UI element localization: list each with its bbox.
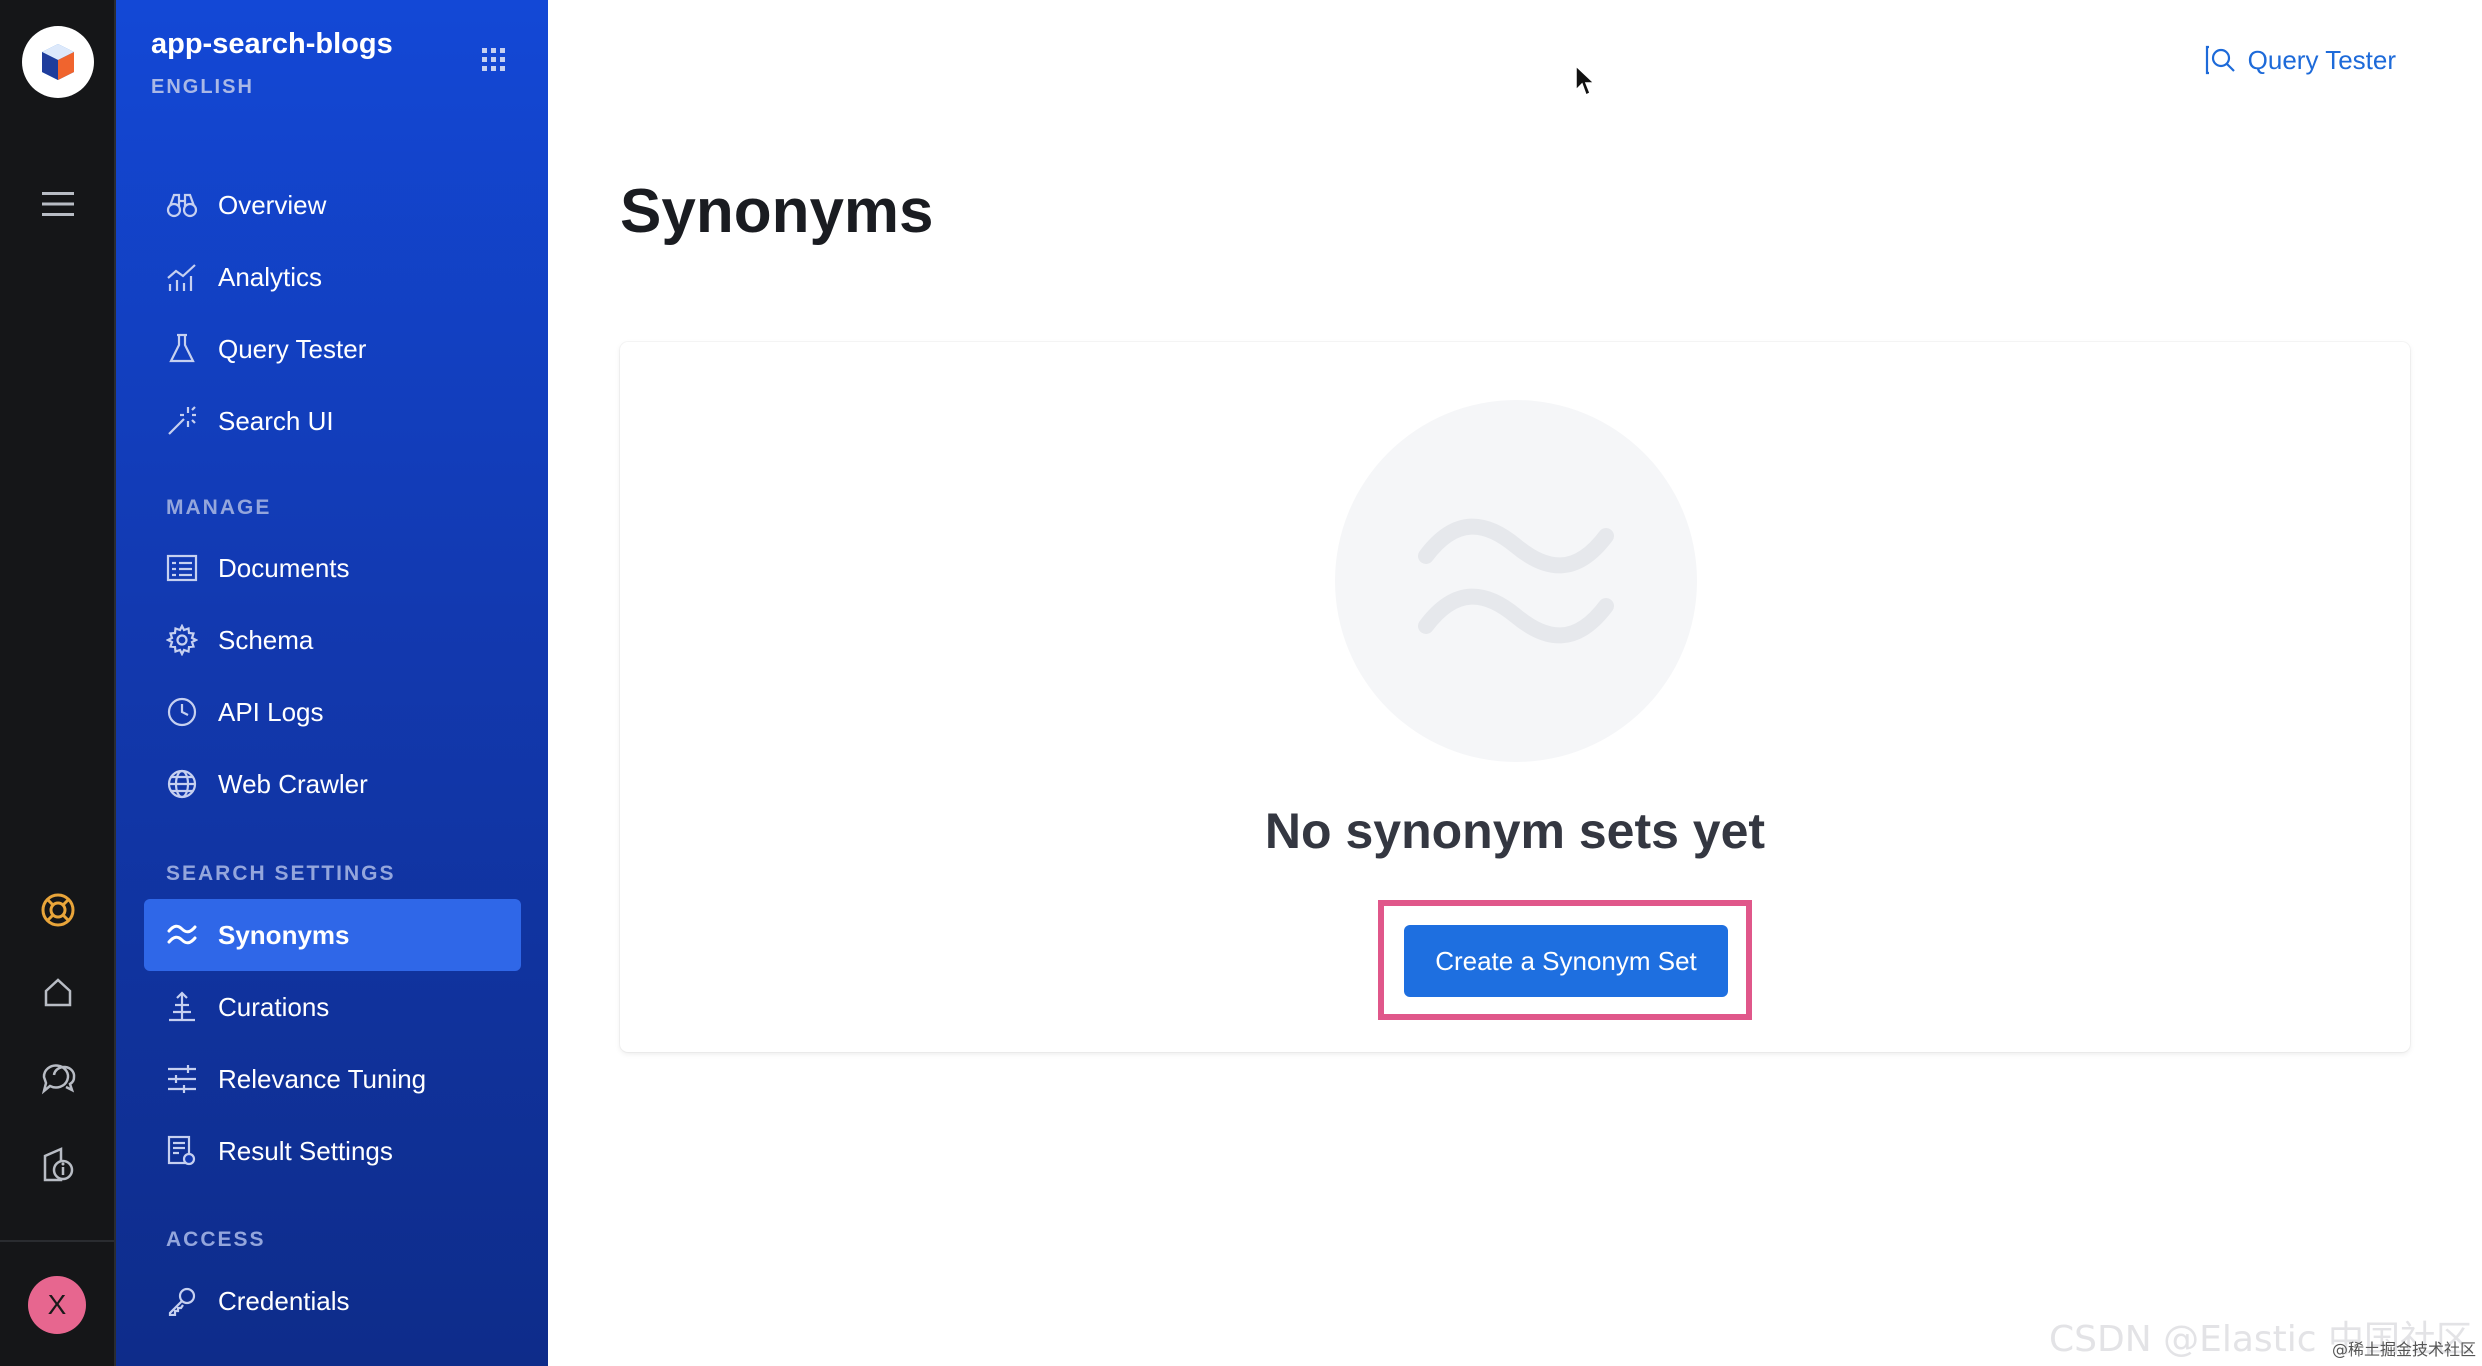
globe-icon — [164, 766, 200, 802]
sidebar-item-label: Credentials — [218, 1285, 350, 1316]
sidebar-item-curations[interactable]: Curations — [144, 971, 521, 1043]
sidebar-item-relevance-tuning[interactable]: Relevance Tuning — [144, 1043, 521, 1115]
sidebar-item-label: Schema — [218, 624, 314, 655]
create-synonym-set-button[interactable]: Create a Synonym Set — [1404, 925, 1728, 997]
sidebar-item-synonyms[interactable]: Synonyms — [144, 899, 521, 971]
sidebar-item-api-logs[interactable]: API Logs — [144, 676, 521, 748]
synonyms-icon — [164, 917, 200, 953]
query-tester-icon — [2204, 44, 2236, 76]
binoculars-icon — [164, 187, 200, 223]
sidebar-item-label: Relevance Tuning — [218, 1063, 427, 1094]
chart-icon — [164, 259, 200, 295]
sidebar-item-credentials[interactable]: Credentials — [144, 1265, 521, 1337]
sidebar-item-label: Analytics — [218, 261, 323, 292]
empty-state-panel: No synonym sets yet Create a Synonym Set — [620, 342, 2410, 1052]
engine-sidebar: app-search-blogs ENGLISH Overview Analyt… — [116, 0, 548, 1366]
sidebar-item-analytics[interactable]: Analytics — [144, 241, 521, 313]
user-avatar[interactable]: X — [28, 1276, 86, 1334]
empty-state-title: No synonym sets yet — [1264, 803, 1766, 859]
query-tester-link-label: Query Tester — [2247, 44, 2396, 75]
sidebar-item-documents[interactable]: Documents — [144, 532, 521, 604]
beaker-icon — [164, 331, 200, 367]
curations-icon — [164, 989, 200, 1025]
chat-icon[interactable] — [30, 1050, 86, 1106]
query-tester-link[interactable]: Query Tester — [2204, 44, 2396, 76]
empty-state-illustration — [1335, 400, 1697, 762]
sidebar-item-label: Web Crawler — [218, 768, 368, 799]
sliders-icon — [164, 1061, 200, 1097]
sidebar-item-label: Synonyms — [218, 919, 350, 950]
section-title-manage: MANAGE — [166, 496, 272, 519]
section-title-search-settings: SEARCH SETTINGS — [166, 862, 396, 885]
apps-grid-icon[interactable] — [482, 48, 506, 72]
management-icon[interactable] — [30, 1136, 86, 1192]
page-title: Synonyms — [620, 177, 934, 246]
sidebar-item-label: Curations — [218, 991, 330, 1022]
sidebar-item-label: Overview — [218, 189, 327, 220]
sidebar-item-label: Query Tester — [218, 333, 367, 364]
key-icon — [164, 1283, 200, 1319]
gear-icon — [164, 622, 200, 658]
app-search-logo-icon — [42, 44, 74, 80]
result-settings-icon — [164, 1133, 200, 1169]
menu-icon[interactable] — [30, 176, 86, 232]
engine-name[interactable]: app-search-blogs — [151, 28, 393, 61]
sidebar-item-query-tester[interactable]: Query Tester — [144, 313, 521, 385]
sidebar-item-result-settings[interactable]: Result Settings — [144, 1115, 521, 1187]
home-icon[interactable] — [30, 964, 86, 1020]
sidebar-item-label: Documents — [218, 552, 350, 583]
documents-icon — [164, 550, 200, 586]
sidebar-item-label: Result Settings — [218, 1135, 393, 1166]
main-content: Query Tester Synonyms No synonym sets ye… — [548, 0, 2482, 1366]
sidebar-item-web-crawler[interactable]: Web Crawler — [144, 748, 521, 820]
section-title-access: ACCESS — [166, 1228, 266, 1251]
sidebar-item-label: API Logs — [218, 696, 324, 727]
global-rail: X — [0, 0, 116, 1366]
elastic-logo[interactable] — [22, 26, 94, 98]
sidebar-item-search-ui[interactable]: Search UI — [144, 385, 521, 457]
sidebar-item-schema[interactable]: Schema — [144, 604, 521, 676]
sidebar-item-overview[interactable]: Overview — [144, 169, 521, 241]
synonyms-illustration-icon — [1418, 518, 1614, 644]
sidebar-item-label: Search UI — [218, 405, 334, 436]
clock-icon — [164, 694, 200, 730]
magic-wand-icon — [164, 403, 200, 439]
help-lifebuoy-icon[interactable] — [30, 882, 86, 938]
rail-divider — [0, 1240, 116, 1242]
watermark-sub: @稀土掘金技术社区 — [2331, 1340, 2476, 1359]
mouse-cursor-icon — [1574, 64, 1596, 103]
engine-language: ENGLISH — [151, 76, 254, 98]
